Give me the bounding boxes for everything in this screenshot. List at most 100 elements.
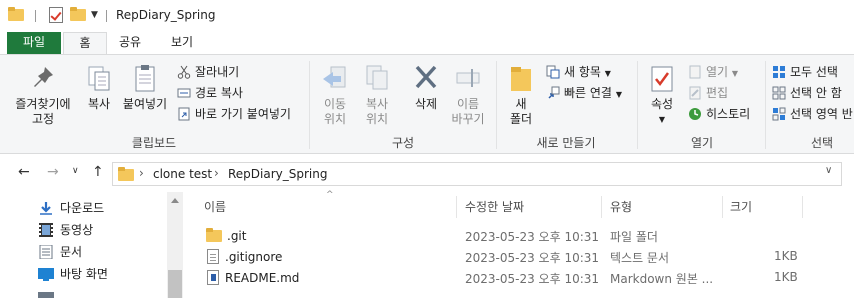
window-title: RepDiary_Spring <box>116 8 216 22</box>
open-button[interactable]: 열기 ▼ <box>688 63 738 80</box>
column-divider[interactable] <box>456 196 457 218</box>
copy-path-button[interactable]: 경로 복사 <box>177 84 243 101</box>
select-all-button[interactable]: 모두 선택 <box>772 63 838 80</box>
file-type: 파일 폴더 <box>610 230 658 244</box>
address-bar[interactable]: › clone test › RepDiary_Spring ∨ <box>112 162 842 186</box>
column-header-size[interactable]: 크기 <box>730 192 752 222</box>
document-icon <box>38 244 54 260</box>
group-label-clipboard: 클립보드 <box>131 136 177 150</box>
sort-ascending-icon: ^ <box>326 190 334 200</box>
open-icon <box>688 65 702 79</box>
tab-file[interactable]: 파일 <box>7 32 61 55</box>
tab-view[interactable]: 보기 <box>161 32 203 55</box>
column-header-type[interactable]: 유형 <box>610 192 632 222</box>
nav-scrollbar[interactable] <box>167 192 183 298</box>
folder-icon <box>8 7 24 21</box>
move-to-button[interactable]: 이동 위치 <box>314 63 356 127</box>
breadcrumb-separator-icon[interactable]: › <box>139 166 144 180</box>
properties-quick-access-icon[interactable] <box>49 7 63 23</box>
column-divider[interactable] <box>601 196 602 218</box>
column-divider[interactable] <box>722 196 723 218</box>
desktop-icon <box>38 267 54 281</box>
clipboard-icon <box>129 63 161 93</box>
file-type: Markdown 원본 ... <box>610 272 714 286</box>
paste-shortcut-button[interactable]: 바로 가기 붙여넣기 <box>177 105 291 122</box>
scroll-thumb[interactable] <box>168 270 182 298</box>
file-row[interactable]: README.md 2023-05-23 오후 10:31 Markdown 원… <box>190 268 854 288</box>
delete-x-icon <box>410 63 442 93</box>
file-size: 1KB <box>774 270 798 284</box>
nav-item-partial <box>38 289 60 298</box>
divider <box>35 10 36 22</box>
breadcrumb-separator-icon[interactable]: › <box>214 166 219 180</box>
title-bar: ▼ RepDiary_Spring <box>0 0 854 32</box>
nav-item-desktop[interactable]: 바탕 화면 <box>38 265 108 283</box>
select-none-icon <box>772 86 786 100</box>
history-button[interactable]: 히스토리 <box>688 105 750 122</box>
file-name: .git <box>206 228 246 243</box>
column-header-name[interactable]: 이름 <box>204 192 226 222</box>
video-icon <box>38 223 54 237</box>
up-arrow-icon[interactable]: ↑ <box>92 164 104 180</box>
select-none-button[interactable]: 선택 안 함 <box>772 84 842 101</box>
navigation-bar: ← → ∨ ↑ › clone test › RepDiary_Spring ∨ <box>0 155 854 191</box>
history-icon <box>688 107 702 121</box>
copy-button[interactable]: 복사 <box>82 63 116 112</box>
group-label-new: 새로 만들기 <box>536 136 596 150</box>
pin-to-quick-access-button[interactable]: 즐겨찾기에 고정 <box>4 63 82 127</box>
new-folder-quick-access-icon[interactable] <box>70 7 86 21</box>
scissors-icon <box>177 65 191 79</box>
file-size: 1KB <box>774 249 798 263</box>
new-item-icon <box>546 65 560 79</box>
nav-item-downloads[interactable]: 다운로드 <box>38 199 104 217</box>
copy-to-icon <box>361 63 393 93</box>
paste-button[interactable]: 붙여넣기 <box>118 63 172 112</box>
scroll-up-arrow-icon[interactable] <box>171 198 179 203</box>
properties-icon <box>646 63 678 93</box>
forward-arrow-icon[interactable]: → <box>47 164 59 180</box>
text-file-icon <box>207 249 219 264</box>
breadcrumb-item[interactable]: RepDiary_Spring <box>228 167 328 181</box>
new-folder-icon <box>505 63 537 93</box>
navigation-pane: 다운로드 동영상 문서 바탕 화면 <box>0 192 183 298</box>
invert-selection-button[interactable]: 선택 영역 반 <box>772 105 853 122</box>
delete-button[interactable]: 삭제 <box>402 63 450 112</box>
group-label-open: 열기 <box>690 136 714 150</box>
column-header-modified[interactable]: 수정한 날짜 <box>465 192 524 222</box>
file-row[interactable]: .gitignore 2023-05-23 오후 10:31 텍스트 문서 1K… <box>190 247 854 267</box>
nav-item-videos[interactable]: 동영상 <box>38 221 93 239</box>
recent-locations-chevron-icon[interactable]: ∨ <box>72 166 79 176</box>
markdown-file-icon <box>207 270 219 285</box>
tab-share[interactable]: 공유 <box>109 32 151 55</box>
pin-icon <box>27 63 59 93</box>
copy-path-icon <box>177 86 191 100</box>
properties-button[interactable]: 속성 ▼ <box>642 63 682 127</box>
address-dropdown-chevron-icon[interactable]: ∨ <box>825 165 832 176</box>
rename-icon <box>452 63 484 93</box>
group-label-organize: 구성 <box>391 136 415 150</box>
new-item-button[interactable]: 새 항목 ▼ <box>546 63 611 80</box>
file-modified: 2023-05-23 오후 10:31 <box>465 251 600 265</box>
ribbon: 즐겨찾기에 고정 복사 붙여넣기 잘라내기 경로 복사 바로 가기 붙여넣기 클… <box>0 54 854 154</box>
invert-selection-icon <box>772 107 786 121</box>
file-name: .gitignore <box>207 249 282 264</box>
column-divider[interactable] <box>802 196 803 218</box>
select-all-icon <box>772 65 786 79</box>
chevron-down-icon: ▼ <box>658 115 666 124</box>
rename-button[interactable]: 이름 바꾸기 <box>444 63 492 127</box>
divider <box>106 10 107 22</box>
file-row[interactable]: .git 2023-05-23 오후 10:31 파일 폴더 <box>190 226 854 246</box>
edit-button[interactable]: 편집 <box>688 84 728 101</box>
new-folder-button[interactable]: 새 폴더 <box>500 63 542 127</box>
copy-to-button[interactable]: 복사 위치 <box>356 63 398 127</box>
file-modified: 2023-05-23 오후 10:31 <box>465 272 600 286</box>
quick-access-dropdown-icon[interactable]: ▼ <box>91 10 98 20</box>
easy-access-button[interactable]: 빠른 연결 ▼ <box>546 84 622 101</box>
download-icon <box>38 201 54 215</box>
file-type: 텍스트 문서 <box>610 251 670 265</box>
nav-item-documents[interactable]: 문서 <box>38 243 82 261</box>
tab-home[interactable]: 홈 <box>63 32 107 55</box>
cut-button[interactable]: 잘라내기 <box>177 63 239 80</box>
breadcrumb-item[interactable]: clone test <box>153 167 212 181</box>
back-arrow-icon[interactable]: ← <box>18 164 30 180</box>
